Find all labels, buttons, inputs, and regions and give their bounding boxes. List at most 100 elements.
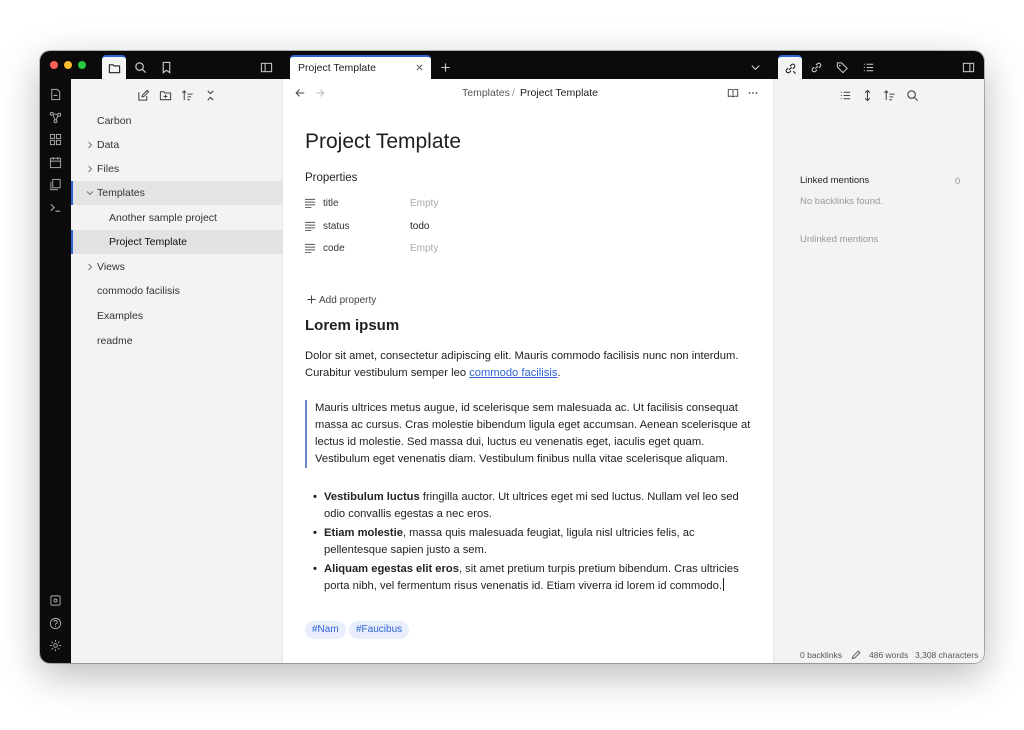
- outline-view-button[interactable]: [856, 55, 880, 79]
- forward-button[interactable]: [312, 85, 328, 101]
- minimize-window-button[interactable]: [64, 61, 72, 69]
- property-value[interactable]: Empty: [410, 198, 438, 209]
- tree-item-another-sample-project[interactable]: Another sample project: [71, 206, 283, 230]
- text-property-icon: [305, 243, 316, 253]
- property-value[interactable]: Empty: [410, 243, 438, 254]
- tree-item-commodo-facilisis[interactable]: commodo facilisis: [71, 279, 283, 303]
- properties-heading: Properties: [305, 172, 358, 184]
- note-title[interactable]: Project Template: [305, 130, 461, 154]
- folder-icon: [108, 63, 120, 73]
- tag-faucibus[interactable]: #Faucibus: [349, 621, 410, 639]
- tree-folder-data[interactable]: Data: [71, 133, 283, 157]
- canvas-button[interactable]: [48, 132, 63, 147]
- property-key: status: [323, 221, 350, 232]
- insert-template-button[interactable]: [48, 177, 63, 192]
- property-code[interactable]: code Empty: [305, 240, 505, 258]
- bookmarks-view-button[interactable]: [154, 55, 178, 79]
- tree-item-readme[interactable]: readme: [71, 329, 283, 353]
- linked-mentions-count: 0: [955, 176, 961, 187]
- files-view-button[interactable]: [102, 55, 126, 79]
- tree-folder-views[interactable]: Views: [71, 255, 283, 279]
- title-bar: Project Template: [40, 51, 984, 79]
- tree-item-label: Views: [97, 261, 125, 273]
- graph-icon: [49, 111, 62, 124]
- sort-backlinks-button[interactable]: [881, 87, 897, 103]
- add-property-label: Add property: [319, 295, 377, 306]
- tree-folder-files[interactable]: Files: [71, 157, 283, 181]
- folder-plus-icon: [159, 90, 171, 100]
- zoom-window-button[interactable]: [78, 61, 86, 69]
- search-view-button[interactable]: [128, 55, 152, 79]
- tree-folder-templates[interactable]: Templates: [71, 181, 283, 205]
- tree-item-carbon[interactable]: Carbon: [71, 109, 283, 133]
- graph-view-button[interactable]: [48, 110, 63, 125]
- back-button[interactable]: [292, 85, 308, 101]
- show-more-context-button[interactable]: [859, 87, 875, 103]
- status-character-count: 3,308 characters: [915, 650, 979, 660]
- pencil-icon[interactable]: [851, 650, 861, 660]
- vault-switcher-button[interactable]: [48, 593, 63, 608]
- app-window: Project Template Carbon Data Files Templ…: [40, 51, 984, 663]
- status-backlinks[interactable]: 0 backlinks: [800, 650, 842, 660]
- open-daily-note-button[interactable]: [48, 87, 63, 102]
- sort-button[interactable]: [179, 87, 195, 103]
- backlinks-panel: Linked mentions 0 No backlinks found. Un…: [773, 79, 984, 663]
- search-icon: [906, 89, 918, 101]
- collapse-results-button[interactable]: [837, 87, 853, 103]
- breadcrumb-separator: /: [512, 87, 515, 99]
- settings-button[interactable]: [48, 638, 63, 653]
- right-sidebar-toggle-icon: [962, 62, 974, 72]
- section-heading: Lorem ipsum: [305, 317, 400, 334]
- tag-nam[interactable]: #Nam: [305, 621, 346, 639]
- chevron-right-icon: [88, 141, 93, 149]
- property-title[interactable]: title Empty: [305, 195, 505, 213]
- command-palette-button[interactable]: [48, 200, 63, 215]
- linked-mentions-label[interactable]: Linked mentions: [800, 175, 869, 186]
- plus-icon: [440, 62, 450, 72]
- new-note-button[interactable]: [135, 87, 151, 103]
- property-status[interactable]: status todo: [305, 218, 505, 236]
- book-open-icon: [727, 88, 739, 98]
- tree-item-label: Carbon: [97, 115, 132, 127]
- reading-view-button[interactable]: [725, 85, 741, 101]
- tree-item-examples[interactable]: Examples: [71, 304, 283, 328]
- close-window-button[interactable]: [50, 61, 58, 69]
- calendar-button[interactable]: [48, 155, 63, 170]
- text-property-icon: [305, 221, 316, 231]
- tree-item-label: Templates: [97, 187, 145, 199]
- outgoing-links-view-button[interactable]: [804, 55, 828, 79]
- backlinks-icon: [785, 63, 796, 74]
- help-button[interactable]: [48, 616, 63, 631]
- add-property-button[interactable]: Add property: [307, 295, 376, 306]
- blockquote: Mauris ultrices metus augue, id sceleris…: [305, 400, 753, 468]
- collapse-all-button[interactable]: [202, 87, 218, 103]
- tab-list-button[interactable]: [743, 55, 767, 79]
- backlinks-view-button[interactable]: [778, 55, 802, 79]
- help-icon: [49, 617, 62, 630]
- close-icon: [415, 63, 423, 71]
- close-tab-button[interactable]: [411, 59, 427, 75]
- ribbon: [40, 79, 71, 663]
- toggle-right-sidebar-button[interactable]: [956, 55, 980, 79]
- settings-icon: [49, 639, 62, 652]
- tab-project-template[interactable]: Project Template: [290, 55, 431, 79]
- breadcrumb-current[interactable]: Project Template: [520, 87, 598, 99]
- tags-view-button[interactable]: [830, 55, 854, 79]
- tree-item-project-template[interactable]: Project Template: [71, 230, 283, 254]
- tree-item-label: Another sample project: [109, 212, 217, 224]
- command-palette-icon: [50, 203, 61, 212]
- calendar-icon: [49, 156, 62, 169]
- property-value[interactable]: todo: [410, 221, 429, 232]
- toggle-left-sidebar-button[interactable]: [254, 55, 278, 79]
- internal-link[interactable]: commodo facilisis: [469, 367, 557, 379]
- status-word-count: 486 words: [869, 650, 909, 660]
- list-item: Aliquam egestas elit eros, sit amet pret…: [313, 561, 751, 595]
- new-folder-button[interactable]: [157, 87, 173, 103]
- breadcrumb-parent[interactable]: Templates: [462, 87, 510, 99]
- new-tab-button[interactable]: [433, 55, 457, 79]
- tree-item-label: Examples: [97, 310, 144, 322]
- tags-icon: [836, 61, 848, 73]
- unlinked-mentions-label[interactable]: Unlinked mentions: [800, 234, 878, 245]
- more-options-button[interactable]: [745, 85, 761, 101]
- search-backlinks-button[interactable]: [904, 87, 920, 103]
